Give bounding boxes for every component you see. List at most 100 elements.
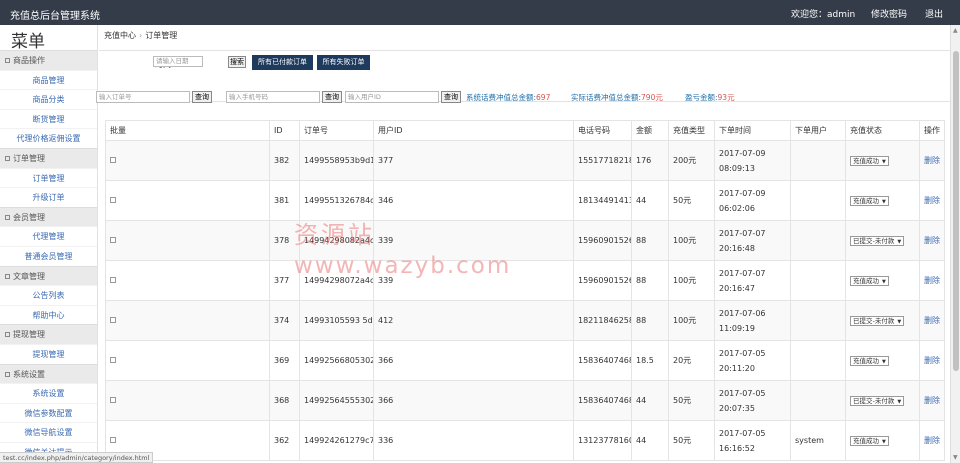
- sidebar-group[interactable]: 订单管理: [0, 147, 97, 168]
- chevron-down-icon: ▼: [882, 358, 886, 365]
- sidebar-group[interactable]: 文章管理: [0, 265, 97, 286]
- status-select[interactable]: 充值成功 ▼: [850, 435, 889, 446]
- cell-type: 100元: [668, 300, 715, 341]
- order-query-button[interactable]: 查询: [192, 91, 212, 103]
- delete-link[interactable]: 删除: [924, 356, 940, 365]
- cell-time: 2017-07-09 08:09:13: [714, 140, 791, 181]
- sidebar-item[interactable]: 商品分类: [0, 89, 97, 109]
- sidebar-item[interactable]: 普通会员管理: [0, 245, 97, 266]
- status-select[interactable]: 充值成功 ▼: [850, 355, 889, 366]
- row-checkbox[interactable]: [110, 237, 116, 243]
- orders-table-wrapper: 批量 ID 订单号 用户ID 电话号码 金额 充值类型 下单时间 下单用户 充值状态 操作 382 1…: [105, 120, 945, 461]
- status-select[interactable]: 充值成功 ▼: [850, 195, 889, 206]
- row-checkbox[interactable]: [110, 357, 116, 363]
- checkbox-cell: [105, 300, 270, 341]
- sidebar-group-label: 提现管理: [13, 330, 45, 340]
- change-password-link[interactable]: 修改密码: [871, 7, 907, 20]
- user-query-button[interactable]: 查询: [441, 91, 461, 103]
- cell-type: 50元: [668, 180, 715, 221]
- delete-link[interactable]: 删除: [924, 156, 940, 165]
- status-select[interactable]: 充值成功 ▼: [850, 275, 889, 286]
- collapse-icon: [5, 371, 10, 377]
- scroll-up-icon[interactable]: ▲: [953, 27, 958, 34]
- status-select[interactable]: 已提交-未付款 ▼: [850, 395, 905, 406]
- cell-action: 删除: [919, 260, 945, 301]
- cell-phone: 15517718218: [573, 140, 632, 181]
- page-scrollbar[interactable]: ▲ ▼: [950, 25, 960, 463]
- row-checkbox[interactable]: [110, 397, 116, 403]
- row-checkbox[interactable]: [110, 277, 116, 283]
- order-number-input[interactable]: 输入订单号: [96, 91, 190, 103]
- cell-phone: 15836407468: [573, 340, 632, 381]
- row-checkbox[interactable]: [110, 317, 116, 323]
- failed-orders-button[interactable]: 所有失败订单: [317, 55, 370, 70]
- cell-time: 2017-07-09 06:02:06: [714, 180, 791, 221]
- status-value: 充值成功: [853, 436, 879, 445]
- collapse-icon: [5, 214, 10, 220]
- status-value: 充值成功: [853, 156, 879, 165]
- status-select[interactable]: 已提交-未付款 ▼: [850, 315, 905, 326]
- delete-link[interactable]: 删除: [924, 316, 940, 325]
- breadcrumb-parent[interactable]: 充值中心: [104, 31, 136, 40]
- actual-total-value: 790元: [641, 93, 663, 102]
- cell-id: 369: [269, 340, 300, 381]
- watermark-text: 资源站: [294, 221, 375, 249]
- status-select[interactable]: 已提交-未付款 ▼: [850, 235, 905, 246]
- cell-user: 366: [373, 380, 574, 421]
- sidebar-item[interactable]: 微信导航设置: [0, 422, 97, 442]
- scroll-down-icon[interactable]: ▼: [953, 454, 958, 461]
- cell-action: 删除: [919, 180, 945, 221]
- system-total-label: 系统话费冲值总金额:: [466, 93, 537, 102]
- cell-status: 已提交-未付款 ▼: [845, 220, 920, 261]
- row-checkbox[interactable]: [110, 157, 116, 163]
- sidebar-item[interactable]: 提现管理: [0, 343, 97, 364]
- cell-phone: 15836407468: [573, 380, 632, 421]
- sidebar-group-label: 商品操作: [13, 56, 45, 65]
- cell-time: 2017-07-07 20:16:48: [714, 220, 791, 261]
- status-select[interactable]: 充值成功 ▼: [850, 155, 889, 166]
- cell-amount: 88: [631, 260, 669, 301]
- sidebar-item[interactable]: 代理价格返佣设置: [0, 128, 97, 148]
- sidebar-item[interactable]: 升级订单: [0, 187, 97, 207]
- paid-orders-button[interactable]: 所有已付款订单: [252, 55, 313, 70]
- delete-link[interactable]: 删除: [924, 196, 940, 205]
- phone-query-button[interactable]: 查询: [322, 91, 342, 103]
- date-input[interactable]: 请输入日期: [153, 56, 203, 67]
- delete-link[interactable]: 删除: [924, 236, 940, 245]
- sidebar-item[interactable]: 代理管理: [0, 226, 97, 246]
- logout-link[interactable]: 退出: [925, 7, 943, 20]
- cell-by: [790, 380, 846, 421]
- sidebar-group-label: 文章管理: [13, 271, 45, 281]
- row-checkbox[interactable]: [110, 197, 116, 203]
- sidebar-item[interactable]: 微信参数配置: [0, 402, 97, 423]
- cell-amount: 88: [631, 220, 669, 261]
- sidebar-item[interactable]: 公告列表: [0, 285, 97, 305]
- sidebar-item[interactable]: 断货管理: [0, 108, 97, 129]
- user-id-input[interactable]: 输入用户ID: [345, 91, 439, 103]
- sidebar-group[interactable]: 系统设置: [0, 363, 97, 384]
- cell-user: 336: [373, 420, 574, 461]
- sidebar-group[interactable]: 商品操作: [0, 50, 97, 70]
- row-checkbox[interactable]: [110, 437, 116, 443]
- sidebar-item[interactable]: 帮助中心: [0, 304, 97, 325]
- cell-type: 50元: [668, 380, 715, 421]
- table-row: 374 14993105593 5dc 412 18211846258 88 100元 20…: [105, 300, 945, 341]
- search-button[interactable]: 搜索: [228, 56, 246, 68]
- scrollbar-thumb[interactable]: [953, 51, 959, 371]
- cell-amount: 44: [631, 380, 669, 421]
- delete-link[interactable]: 删除: [924, 396, 940, 405]
- sidebar-group[interactable]: 会员管理: [0, 206, 97, 227]
- collapse-icon: [5, 58, 10, 63]
- cell-type: 100元: [668, 220, 715, 261]
- sidebar-group[interactable]: 提现管理: [0, 324, 97, 344]
- table-row: 369 14992566805302 366 15836407468 18.5 20元 20…: [105, 340, 945, 381]
- sidebar-item[interactable]: 订单管理: [0, 167, 97, 188]
- delete-link[interactable]: 删除: [924, 436, 940, 445]
- browser-status-url: test.cc/index.php/admin/category/index.h…: [0, 452, 154, 463]
- phone-number-input[interactable]: 输入手机号码: [226, 91, 320, 103]
- cell-status: 充值成功 ▼: [845, 260, 920, 301]
- sidebar-item[interactable]: 商品管理: [0, 69, 97, 90]
- status-value: 充值成功: [853, 196, 879, 205]
- delete-link[interactable]: 删除: [924, 276, 940, 285]
- sidebar-item[interactable]: 系统设置: [0, 383, 97, 403]
